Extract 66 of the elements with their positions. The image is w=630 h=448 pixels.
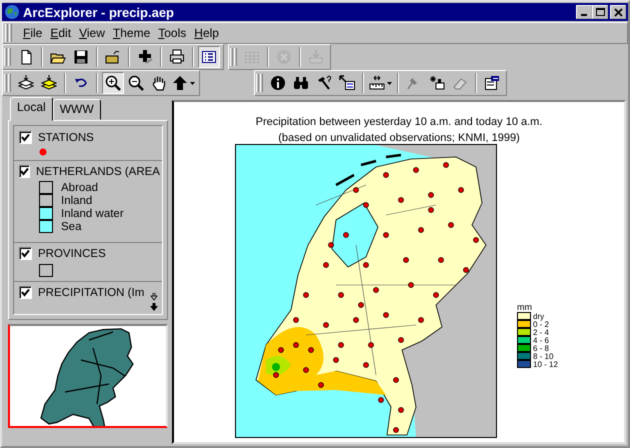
class-label: Sea <box>61 220 82 232</box>
sparkle-icon <box>429 75 445 91</box>
menu-item[interactable]: File <box>23 26 42 40</box>
class-label: Abroad <box>61 182 98 194</box>
maximize-button[interactable] <box>592 5 608 19</box>
tab[interactable]: Local <box>10 97 53 121</box>
scroll-arrows-icon <box>149 293 159 313</box>
list-icon <box>201 49 217 65</box>
close-icon <box>612 6 624 18</box>
layers-icon <box>18 75 34 91</box>
cross-circle-icon <box>276 49 292 65</box>
menu-item[interactable]: Edit <box>50 26 72 40</box>
zoom-out-icon <box>128 75 144 91</box>
toolbar-grip <box>256 74 263 92</box>
toolbar-button[interactable] <box>102 72 124 94</box>
hammer-icon <box>316 75 332 91</box>
checkbox[interactable] <box>19 165 30 178</box>
menu-item[interactable]: Theme <box>112 26 150 40</box>
toolbar-button[interactable] <box>198 46 220 68</box>
class-label: Inland <box>61 194 92 206</box>
info-icon <box>270 75 286 91</box>
legend-label: 8 - 10 <box>533 352 554 360</box>
close-button[interactable] <box>610 5 626 19</box>
legend-label: 6 - 8 <box>533 344 550 352</box>
menu-item[interactable]: Tools <box>158 26 186 40</box>
checkbox[interactable] <box>19 286 32 299</box>
properties-icon <box>484 75 500 91</box>
toolbar-grip <box>5 24 12 42</box>
layer-name: STATIONS <box>38 132 94 144</box>
legend-label: 0 - 2 <box>533 320 550 328</box>
plus-icon <box>137 49 153 65</box>
maximize-icon <box>594 6 606 18</box>
minimize-button[interactable] <box>576 5 592 19</box>
toolbar-grip <box>4 74 11 92</box>
menu-item[interactable]: View <box>79 26 105 40</box>
checkbox[interactable] <box>19 247 32 260</box>
minimize-icon <box>581 14 587 16</box>
select-icon <box>339 75 355 91</box>
legend-unit: mm <box>517 302 533 312</box>
table-icon <box>244 49 260 65</box>
up-arrow-icon <box>172 75 188 91</box>
layer-name: PROVINCES <box>38 248 106 260</box>
tab[interactable]: WWW <box>52 99 101 120</box>
window-title: ArcExplorer - precip.aep <box>23 4 175 20</box>
layer-name: PRECIPITATION (Im <box>38 286 144 298</box>
legend-label: 4 - 6 <box>533 336 550 344</box>
legend-label: 2 - 4 <box>533 328 550 336</box>
menu-item[interactable]: Help <box>194 26 219 40</box>
toolbar-grip <box>4 48 11 66</box>
globe-icon <box>4 4 20 20</box>
checkbox[interactable] <box>19 131 32 144</box>
legend-label: dry <box>533 312 544 320</box>
ruler-icon <box>369 75 385 91</box>
folder-arrow-icon <box>105 49 121 65</box>
toolbar-grip <box>230 48 237 66</box>
printer-icon <box>169 49 185 65</box>
layer-name: NETHERLANDS (AREA <box>36 166 160 178</box>
legend-label: 10 - 12 <box>533 360 558 368</box>
map-subtitle: (based on unvalidated observations; KNMI, 1999) <box>278 132 520 144</box>
map-title: Precipitation between yesterday 10 a.m. and today 10 a.m. <box>256 116 542 128</box>
zoom-in-icon <box>105 75 121 91</box>
class-label: Inland water <box>61 208 124 220</box>
layers-icon <box>41 75 57 91</box>
hand-icon <box>151 75 167 91</box>
download-icon <box>308 49 324 65</box>
binoculars-icon <box>293 75 309 91</box>
